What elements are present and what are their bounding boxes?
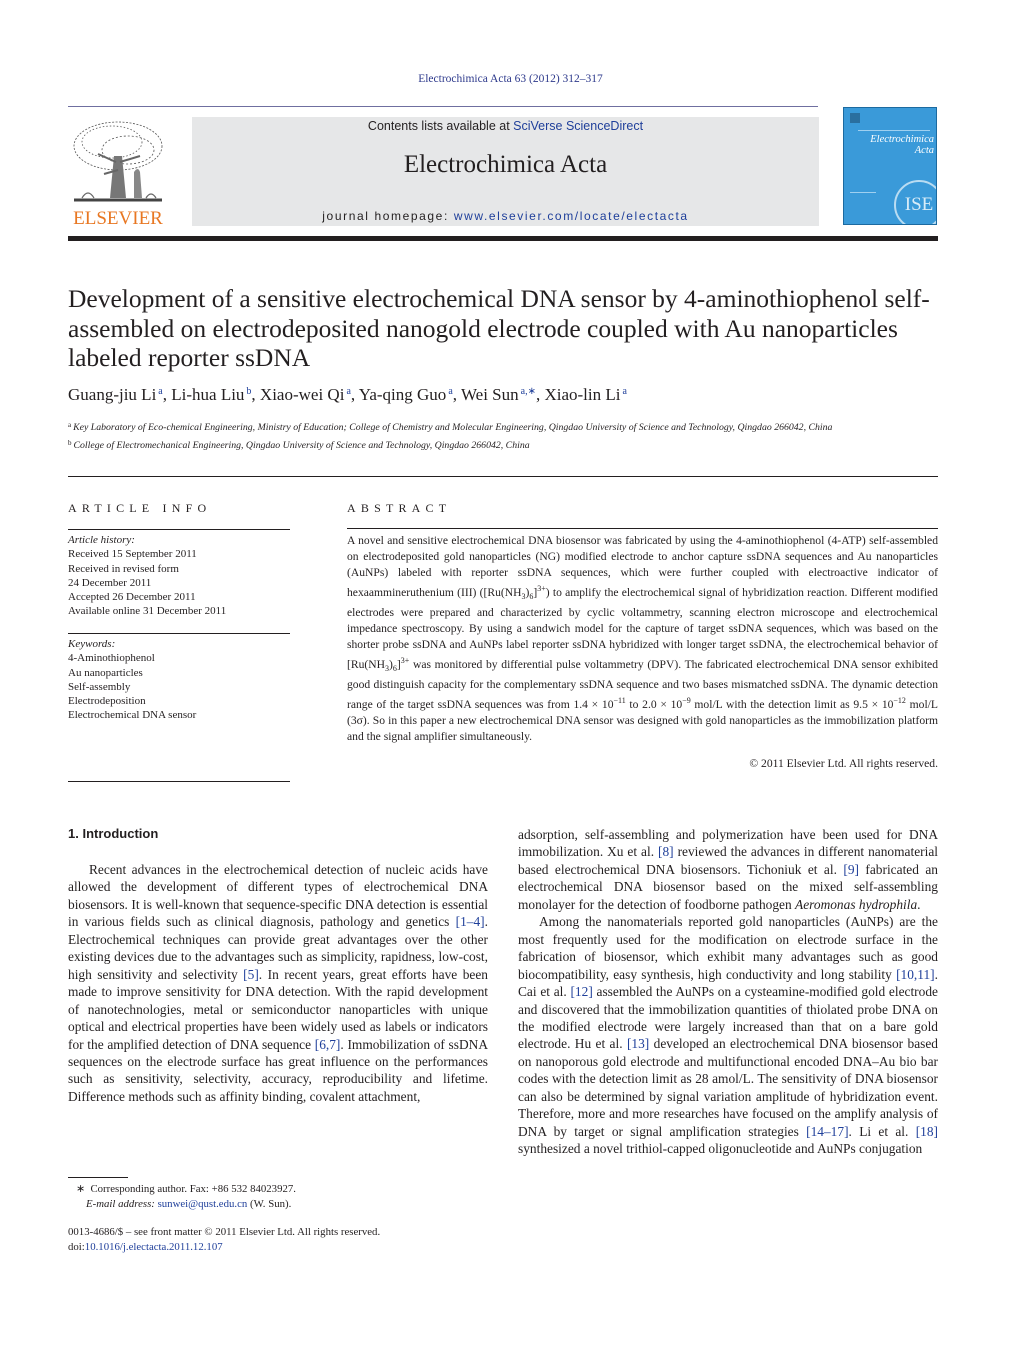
keyword: Self-assembly: [68, 680, 131, 693]
abstract-copyright: © 2011 Elsevier Ltd. All rights reserved…: [749, 757, 938, 770]
footnote-star: ∗: [76, 1183, 86, 1195]
masthead-divider: [68, 236, 938, 241]
body-column-right: adsorption, self-assembling and polymeri…: [518, 826, 938, 1158]
affiliation-text: College of Electromechanical Engineering…: [73, 439, 530, 451]
cover-title: Electrochimica Acta: [850, 134, 934, 156]
author-affiliation-marker[interactable]: a: [622, 386, 626, 397]
article-history-label: Article history:: [68, 534, 135, 546]
history-item: Received 15 September 2011: [68, 548, 197, 561]
citation-link[interactable]: [13]: [627, 1036, 649, 1051]
email-link[interactable]: sunwei@qust.edu.cn: [158, 1198, 248, 1210]
running-head-citation[interactable]: Electrochimica Acta 63 (2012) 312–317: [0, 73, 1021, 85]
author-affiliation-marker[interactable]: a,∗: [521, 386, 536, 397]
keyword: Electrochemical DNA sensor: [68, 709, 197, 722]
contents-availability-line: Contents lists available at SciVerse Sci…: [192, 119, 819, 133]
citation-link[interactable]: [5]: [243, 967, 259, 982]
journal-title: Electrochimica Acta: [403, 151, 608, 178]
affiliation-divider: [68, 476, 938, 477]
author-affiliation-marker[interactable]: a: [448, 386, 452, 397]
affiliation-a: a Key Laboratory of Eco-chemical Engineer…: [68, 418, 940, 436]
citation-link[interactable]: [9]: [843, 862, 859, 877]
email-suffix: (W. Sun).: [247, 1198, 292, 1210]
keyword: 4-Aminothiophenol: [68, 652, 155, 665]
history-item: Received in revised form: [68, 562, 179, 575]
journal-homepage-link[interactable]: www.elsevier.com/locate/electacta: [454, 209, 689, 223]
section-heading-introduction: 1. Introduction: [68, 826, 159, 841]
author-list: Guang-jiu Li a, Li-hua Liu b, Xiao-wei Qi a…: [68, 385, 627, 404]
citation-link[interactable]: [8]: [658, 844, 674, 859]
corresponding-author-text: Corresponding author. Fax: +86 532 84023…: [90, 1183, 296, 1195]
article-info-bottom-divider: [68, 781, 290, 782]
footnote-divider: [68, 1177, 128, 1178]
citation-link[interactable]: [12]: [570, 984, 592, 999]
sciencedirect-link[interactable]: SciVerse ScienceDirect: [513, 119, 643, 133]
article-history: Article history: Received 15 September 2…: [68, 533, 293, 619]
doi-link[interactable]: 10.1016/j.electacta.2011.12.107: [85, 1241, 223, 1253]
citation-link[interactable]: [6,7]: [315, 1037, 341, 1052]
ise-badge-icon: ISE: [894, 180, 936, 224]
species-name: Aeromonas hydrophila: [795, 896, 918, 912]
article-info-divider: [68, 529, 290, 530]
keywords-label: Keywords:: [68, 638, 116, 650]
citation-link[interactable]: [14–17]: [806, 1124, 848, 1139]
history-item: Accepted 26 December 2011: [68, 591, 196, 604]
affiliations: a Key Laboratory of Eco-chemical Engineer…: [68, 418, 940, 453]
affiliation-key: b: [68, 438, 72, 447]
paragraph: Among the nanomaterials reported gold na…: [518, 914, 939, 1157]
top-divider: [68, 106, 818, 107]
author[interactable]: Li-hua Liu: [171, 385, 244, 404]
cover-rule: [858, 130, 930, 131]
history-item: 24 December 2011: [68, 576, 152, 589]
author-affiliation-marker[interactable]: a: [346, 386, 350, 397]
citation-link[interactable]: [10,11]: [896, 967, 935, 982]
article-title: Development of a sensitive electrochemic…: [68, 284, 930, 372]
cover-title-line-1: Electrochimica: [870, 134, 934, 145]
article-info-heading: ARTICLE INFO: [68, 501, 212, 515]
citation-link[interactable]: [18]: [916, 1124, 938, 1139]
cover-publisher-mark-icon: [850, 113, 860, 123]
keywords-divider: [68, 633, 290, 634]
abstract-divider: [347, 528, 938, 529]
author[interactable]: Xiao-wei Qi: [260, 385, 345, 404]
author[interactable]: Guang-jiu Li: [68, 385, 156, 404]
abstract-text: A novel and sensitive electrochemical DN…: [347, 534, 938, 744]
journal-homepage-line: journal homepage: www.elsevier.com/locat…: [192, 209, 819, 223]
author-affiliation-marker[interactable]: b: [246, 386, 251, 397]
keywords: Keywords: 4-Aminothiophenol Au nanoparti…: [68, 637, 293, 723]
front-matter: 0013-4686/$ – see front matter © 2011 El…: [68, 1225, 498, 1255]
history-item: Available online 31 December 2011: [68, 605, 227, 618]
elsevier-wordmark: ELSEVIER: [73, 208, 163, 229]
body-column-left: Recent advances in the electrochemical d…: [68, 861, 488, 1105]
keyword: Au nanoparticles: [68, 666, 143, 679]
affiliation-key: a: [68, 421, 72, 429]
cover-rule-2: [850, 192, 876, 193]
author[interactable]: Xiao-lin Li: [544, 385, 620, 404]
email-label: E-mail address:: [86, 1198, 158, 1210]
cover-title-line-2: Acta: [914, 145, 934, 156]
issn-line: 0013-4686/$ – see front matter © 2011 El…: [68, 1226, 381, 1238]
keyword: Electrodeposition: [68, 695, 146, 708]
paragraph: Recent advances in the electrochemical d…: [68, 862, 489, 1104]
doi-prefix: doi:: [68, 1241, 85, 1253]
author[interactable]: Wei Sun: [461, 385, 519, 404]
citation-link[interactable]: [1–4]: [456, 914, 485, 929]
affiliation-text: Key Laboratory of Eco-chemical Engineeri…: [73, 422, 833, 433]
corresponding-author-footnote: ∗ Corresponding author. Fax: +86 532 840…: [76, 1182, 496, 1212]
paragraph: adsorption, self-assembling and polymeri…: [518, 827, 938, 912]
author-affiliation-marker[interactable]: a: [158, 386, 162, 397]
abstract-heading: ABSTRACT: [347, 501, 452, 515]
homepage-prefix: journal homepage:: [322, 209, 454, 223]
journal-cover-thumbnail[interactable]: Electrochimica Acta ISE: [843, 107, 937, 225]
affiliation-b: b College of Electromechanical Engineerin…: [68, 436, 940, 454]
journal-masthead: Contents lists available at SciVerse Sci…: [192, 117, 819, 226]
author[interactable]: Ya-qing Guo: [359, 385, 447, 404]
contents-prefix: Contents lists available at: [367, 119, 514, 133]
